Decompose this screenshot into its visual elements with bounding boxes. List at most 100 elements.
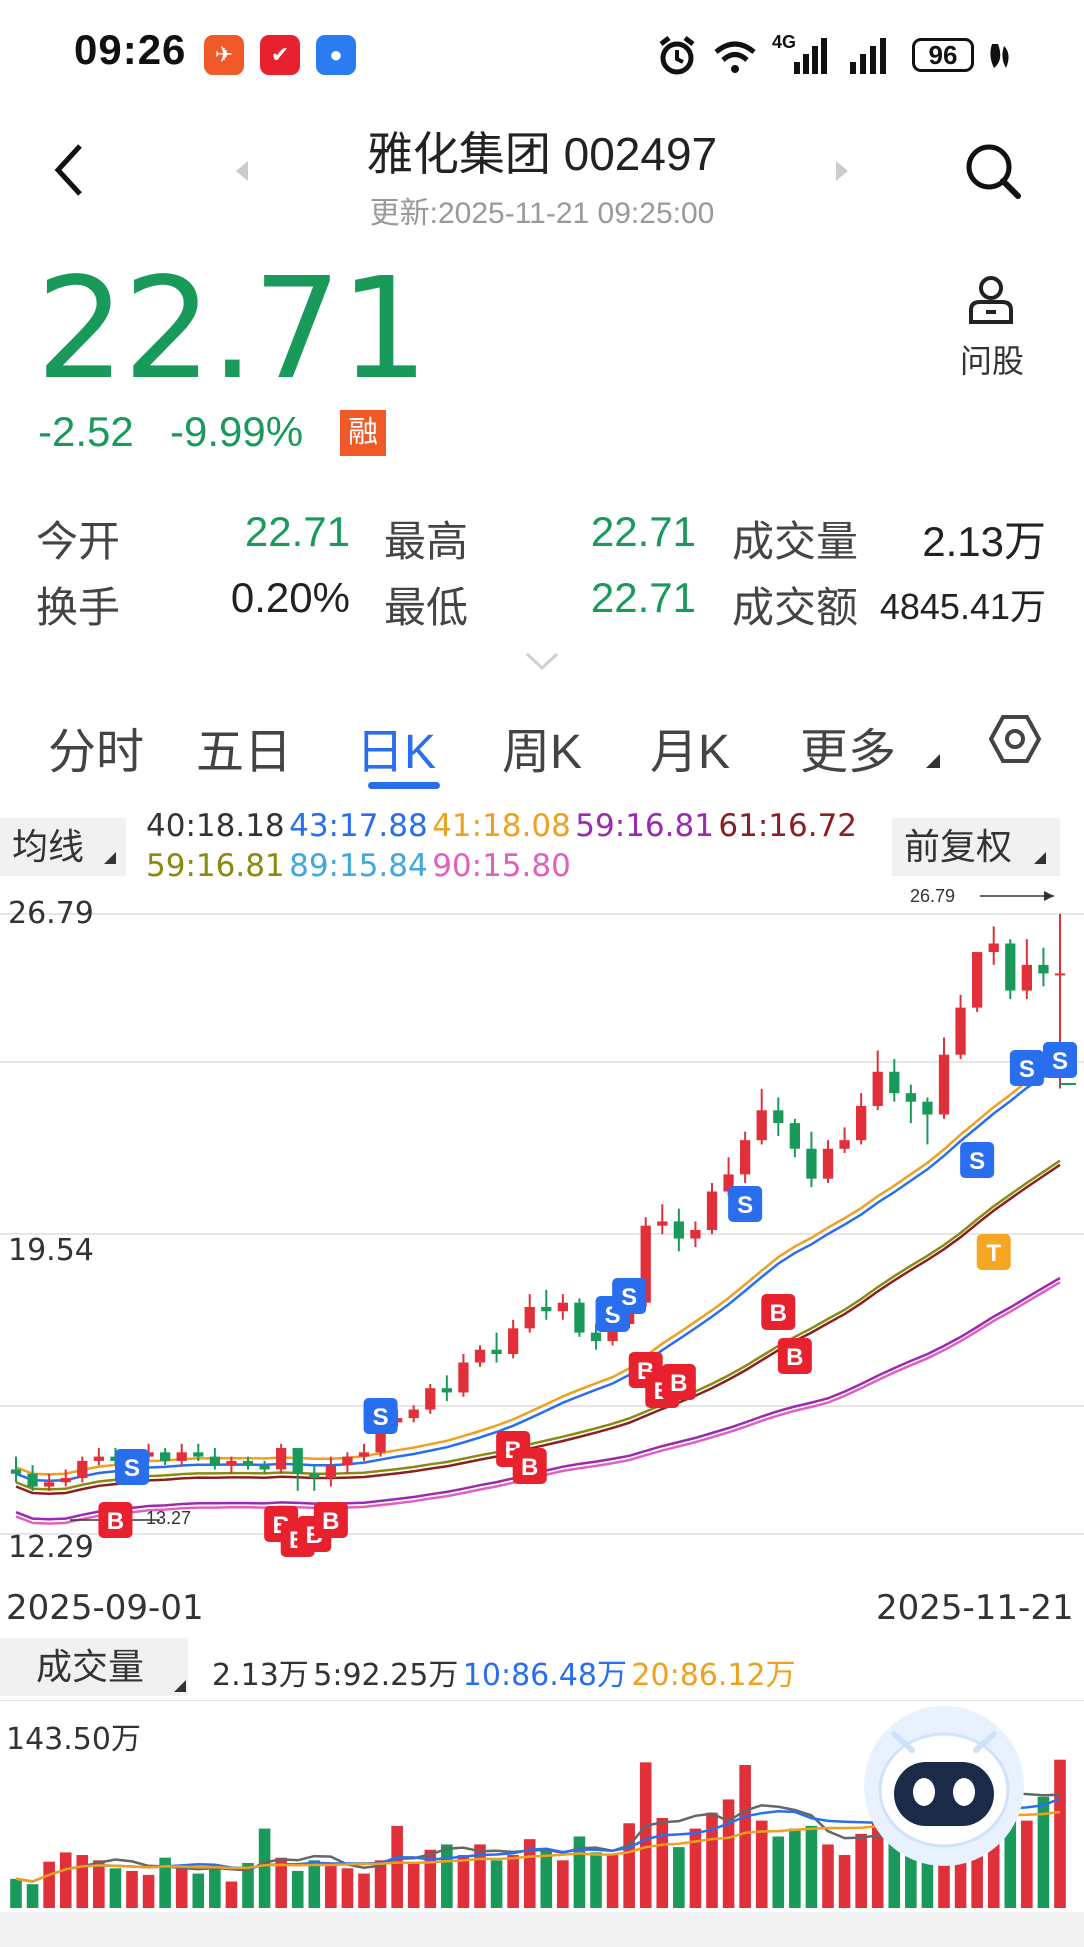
tab-monthly-k[interactable]: 月K	[650, 712, 730, 782]
volume-bar	[308, 1860, 321, 1908]
t-signal-badge[interactable]: T	[976, 1234, 1011, 1270]
candle-body	[27, 1473, 38, 1487]
sell-signal-badge[interactable]: S	[612, 1278, 647, 1314]
sell-signal-badge[interactable]: S	[960, 1142, 995, 1178]
turnover-rate-label: 换手	[36, 584, 121, 631]
expand-chevron-icon[interactable]	[524, 650, 560, 672]
volume-bar	[557, 1860, 569, 1908]
volume-bar	[258, 1828, 271, 1908]
high-value: 22.71	[590, 508, 696, 555]
candle-body	[1021, 964, 1032, 991]
candle-body	[425, 1388, 436, 1410]
sell-signal-badge[interactable]: S	[115, 1449, 149, 1485]
tab-intraday[interactable]: 分时	[48, 712, 144, 782]
alarm-icon	[659, 36, 695, 75]
ask-stock-icon[interactable]	[966, 274, 1016, 326]
volume-bar	[656, 1817, 669, 1908]
volume-bar	[291, 1870, 304, 1908]
buy-signal-badge[interactable]: B	[512, 1448, 547, 1484]
candle-body	[160, 1452, 171, 1461]
candle-body	[972, 952, 983, 1008]
moving-average-line	[15, 1159, 1061, 1491]
svg-text:S: S	[737, 1192, 753, 1219]
kline-chart[interactable]: SBBBBBSBBSSBBBSBBSTSS	[0, 884, 1084, 1574]
candle-body	[93, 1456, 104, 1461]
ask-stock-button[interactable]: 问股	[960, 336, 1024, 382]
buy-signal-badge[interactable]: B	[761, 1294, 796, 1330]
candle-body	[1054, 973, 1066, 976]
adjust-selector[interactable]: 前复权	[892, 818, 1060, 876]
volume-bar	[606, 1855, 619, 1908]
current-price: 22.71	[36, 248, 429, 411]
ma-selector[interactable]: 均线	[0, 818, 126, 876]
buy-signal-badge[interactable]: B	[661, 1364, 696, 1400]
volume-bar	[407, 1862, 420, 1908]
volume-bar	[838, 1855, 851, 1908]
candle-body	[408, 1409, 419, 1419]
volume-bar	[175, 1868, 188, 1908]
volume-selector[interactable]: 成交量	[0, 1638, 188, 1696]
ai-assistant-icon[interactable]	[854, 1694, 1034, 1874]
candle-body	[458, 1362, 469, 1393]
sell-signal-badge[interactable]: S	[728, 1186, 763, 1222]
buy-signal-badge[interactable]: B	[313, 1502, 348, 1538]
moving-average-line	[15, 1059, 1061, 1476]
volume-bar	[225, 1881, 238, 1908]
tab-daily-k[interactable]: 日K	[356, 712, 436, 782]
candle-body	[988, 943, 999, 953]
candle-body	[856, 1105, 867, 1141]
search-icon[interactable]	[962, 140, 1024, 202]
stock-title: 雅化集团 002497	[366, 128, 718, 180]
candle-body	[740, 1140, 751, 1175]
min-price-marker: 13.27	[146, 1508, 192, 1528]
volume-ma10: 10:86.48万	[462, 1658, 627, 1693]
buy-signal-badge[interactable]: B	[777, 1338, 812, 1374]
candle-body	[822, 1148, 834, 1179]
volume-bar	[739, 1765, 751, 1908]
svg-text:B: B	[322, 1508, 339, 1535]
volume-bar	[1054, 1759, 1066, 1908]
sell-signal-badge[interactable]: S	[363, 1398, 398, 1434]
candle-body	[193, 1452, 204, 1457]
candle-body	[657, 1221, 668, 1226]
candle-body	[524, 1306, 535, 1329]
candle-body	[905, 1093, 916, 1102]
tab-more[interactable]: 更多	[800, 712, 896, 782]
price-change-percent: -9.99%	[170, 408, 304, 455]
buy-signal-badge[interactable]: B	[98, 1502, 133, 1538]
candle-body	[176, 1452, 187, 1461]
settings-hexagon-icon[interactable]	[988, 712, 1042, 766]
candle-body	[77, 1460, 88, 1478]
sell-signal-badge[interactable]: S	[1009, 1050, 1044, 1086]
max-price-marker: 26.79	[910, 886, 956, 906]
max-marker-arrow	[1044, 891, 1054, 901]
candle-body	[309, 1473, 320, 1478]
y-axis-label-mid: 19.54	[8, 1233, 94, 1268]
tab-weekly-k[interactable]: 周K	[502, 712, 582, 782]
price-change: -2.52	[38, 408, 134, 455]
candle-body	[806, 1148, 817, 1179]
candle-body	[889, 1071, 900, 1094]
volume-bar	[441, 1844, 453, 1908]
volume-bar	[623, 1823, 635, 1908]
volume-bar	[639, 1762, 652, 1908]
volume-bar	[10, 1878, 22, 1908]
next-stock-icon[interactable]	[832, 158, 852, 184]
volume-bar	[822, 1844, 834, 1908]
tab-five-day[interactable]: 五日	[196, 712, 292, 782]
open-value: 22.71	[244, 508, 350, 555]
volume-bar	[325, 1865, 337, 1908]
x-axis-start-date: 2025-09-01	[6, 1588, 204, 1628]
candle-body	[872, 1071, 883, 1106]
candle-body	[276, 1448, 287, 1470]
volume-bar	[209, 1865, 221, 1908]
open-label: 今开	[36, 518, 121, 565]
candle-body	[44, 1482, 55, 1487]
volume-bar	[673, 1847, 685, 1908]
ma-value: 59:16.81	[575, 808, 714, 844]
sell-signal-badge[interactable]: S	[1043, 1042, 1077, 1078]
svg-text:T: T	[986, 1240, 1001, 1267]
volume-bar	[507, 1855, 519, 1908]
ma-value: 40:18.18	[146, 808, 285, 844]
dropdown-triangle-icon	[1034, 852, 1046, 864]
